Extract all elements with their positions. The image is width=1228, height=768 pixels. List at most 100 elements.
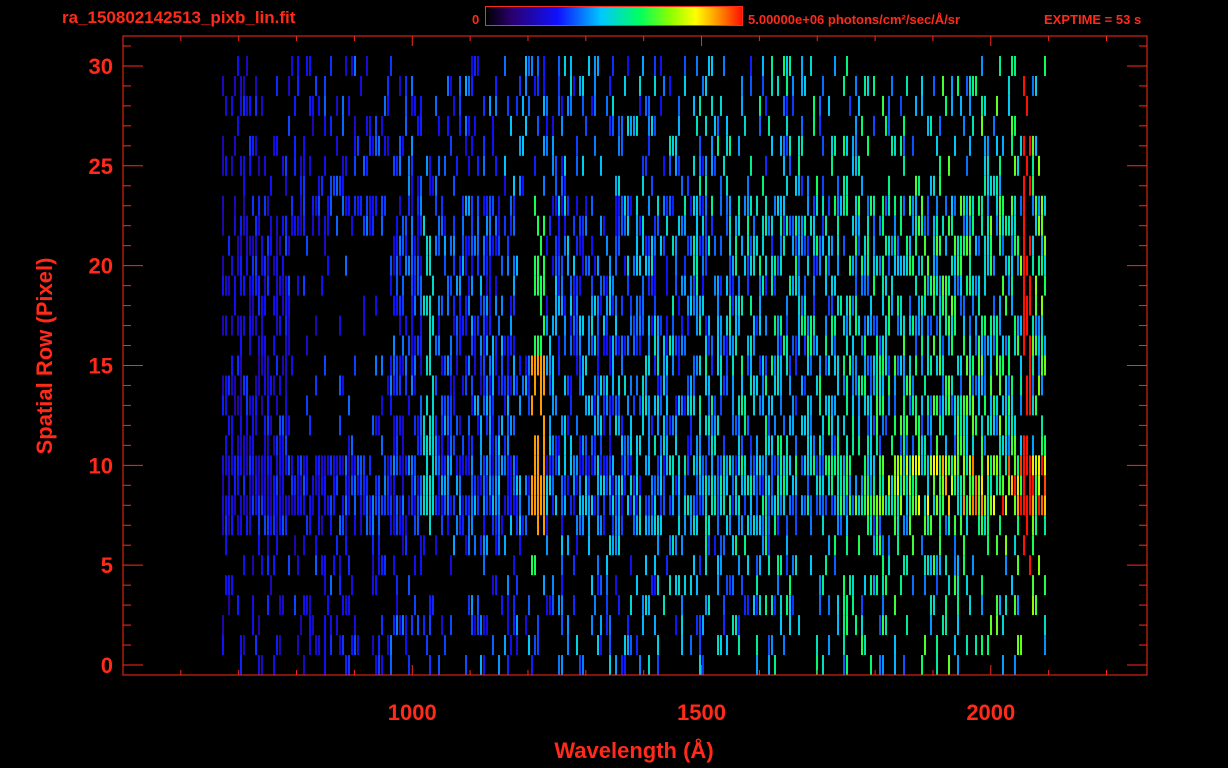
heatmap-cell bbox=[1020, 255, 1022, 276]
heatmap-cell bbox=[846, 615, 848, 636]
heatmap-cell bbox=[273, 475, 275, 496]
heatmap-cell bbox=[453, 235, 455, 256]
heatmap-cell bbox=[582, 655, 584, 675]
heatmap-cell bbox=[882, 575, 884, 596]
heatmap-cell bbox=[861, 615, 863, 636]
heatmap-cell bbox=[822, 135, 824, 156]
heatmap-cell bbox=[411, 375, 413, 396]
heatmap-cell bbox=[261, 655, 263, 675]
heatmap-cell bbox=[894, 255, 896, 276]
heatmap-cell bbox=[759, 395, 761, 416]
heatmap-cell bbox=[294, 215, 296, 236]
heatmap-cell bbox=[315, 475, 317, 496]
heatmap-cell bbox=[786, 215, 788, 236]
heatmap-cell bbox=[657, 375, 659, 396]
heatmap-cell bbox=[984, 315, 986, 336]
heatmap-cell bbox=[792, 335, 794, 356]
heatmap-cell bbox=[630, 475, 632, 496]
heatmap-cell bbox=[426, 495, 428, 516]
heatmap-cell bbox=[345, 655, 347, 675]
heatmap-cell bbox=[555, 175, 557, 196]
heatmap-cell bbox=[411, 175, 413, 196]
heatmap-cell bbox=[501, 335, 503, 356]
heatmap-cell bbox=[474, 335, 476, 356]
heatmap-cell bbox=[675, 435, 677, 456]
heatmap-cell bbox=[603, 515, 605, 536]
heatmap-cell bbox=[408, 455, 410, 476]
heatmap-cell bbox=[789, 575, 791, 596]
heatmap-cell bbox=[1029, 495, 1031, 516]
heatmap-cell bbox=[459, 455, 461, 476]
heatmap-cell bbox=[816, 335, 818, 356]
heatmap-cell bbox=[1026, 315, 1028, 336]
heatmap-cell bbox=[825, 355, 827, 376]
heatmap-cell bbox=[318, 475, 320, 496]
heatmap-cell bbox=[738, 315, 740, 336]
heatmap-cell bbox=[441, 355, 443, 376]
heatmap-cell bbox=[1008, 75, 1010, 96]
heatmap-cell bbox=[780, 215, 782, 236]
heatmap-cell bbox=[1029, 555, 1031, 576]
heatmap-cell bbox=[984, 155, 986, 176]
heatmap-cell bbox=[765, 255, 767, 276]
heatmap-cell bbox=[954, 575, 956, 596]
heatmap-cell bbox=[468, 295, 470, 316]
heatmap-cell bbox=[384, 555, 386, 576]
heatmap-cell bbox=[324, 615, 326, 636]
heatmap-cell bbox=[954, 395, 956, 416]
heatmap-cell bbox=[342, 515, 344, 536]
heatmap-cell bbox=[864, 335, 866, 356]
heatmap-cell bbox=[1002, 395, 1004, 416]
heatmap-cell bbox=[1038, 555, 1040, 576]
heatmap-cell bbox=[642, 215, 644, 236]
heatmap-cell bbox=[501, 355, 503, 376]
heatmap-cell bbox=[720, 335, 722, 356]
heatmap-cell bbox=[252, 195, 254, 216]
heatmap-cell bbox=[594, 255, 596, 276]
heatmap-cell bbox=[525, 375, 527, 396]
heatmap-cell bbox=[726, 315, 728, 336]
heatmap-cell bbox=[1044, 435, 1046, 456]
heatmap-cell bbox=[828, 475, 830, 496]
heatmap-cell bbox=[636, 435, 638, 456]
heatmap-cell bbox=[705, 415, 707, 436]
heatmap-cell bbox=[681, 335, 683, 356]
heatmap-cell bbox=[393, 515, 395, 536]
heatmap-cell bbox=[276, 215, 278, 236]
heatmap-cell bbox=[996, 535, 998, 556]
heatmap-cell bbox=[996, 95, 998, 116]
heatmap-cell bbox=[1041, 235, 1043, 256]
heatmap-cell bbox=[387, 635, 389, 656]
heatmap-cell bbox=[276, 455, 278, 476]
heatmap-cell bbox=[936, 575, 938, 596]
heatmap-cell bbox=[459, 315, 461, 336]
heatmap-cell bbox=[489, 315, 491, 336]
heatmap-cell bbox=[678, 575, 680, 596]
heatmap-cell bbox=[867, 435, 869, 456]
heatmap-cell bbox=[954, 315, 956, 336]
heatmap-cell bbox=[933, 475, 935, 496]
heatmap-cell bbox=[930, 175, 932, 196]
heatmap-cell bbox=[567, 475, 569, 496]
heatmap-cell bbox=[738, 455, 740, 476]
heatmap-cell bbox=[459, 75, 461, 96]
heatmap-cell bbox=[258, 375, 260, 396]
heatmap-cell bbox=[459, 495, 461, 516]
heatmap-cell bbox=[729, 135, 731, 156]
heatmap-cell bbox=[594, 55, 596, 76]
heatmap-cell bbox=[516, 575, 518, 596]
heatmap-cell bbox=[696, 615, 698, 636]
heatmap-cell bbox=[1035, 475, 1037, 496]
heatmap-cell bbox=[348, 395, 350, 416]
heatmap-cell bbox=[636, 515, 638, 536]
heatmap-cell bbox=[594, 375, 596, 396]
heatmap-cell bbox=[639, 655, 641, 675]
heatmap-cell bbox=[939, 555, 941, 576]
heatmap-cell bbox=[807, 255, 809, 276]
heatmap-cell bbox=[873, 315, 875, 336]
heatmap-cell bbox=[279, 415, 281, 436]
heatmap-cell bbox=[222, 255, 224, 276]
heatmap-cell bbox=[822, 655, 824, 675]
heatmap-cell bbox=[765, 95, 767, 116]
heatmap-cell bbox=[360, 195, 362, 216]
